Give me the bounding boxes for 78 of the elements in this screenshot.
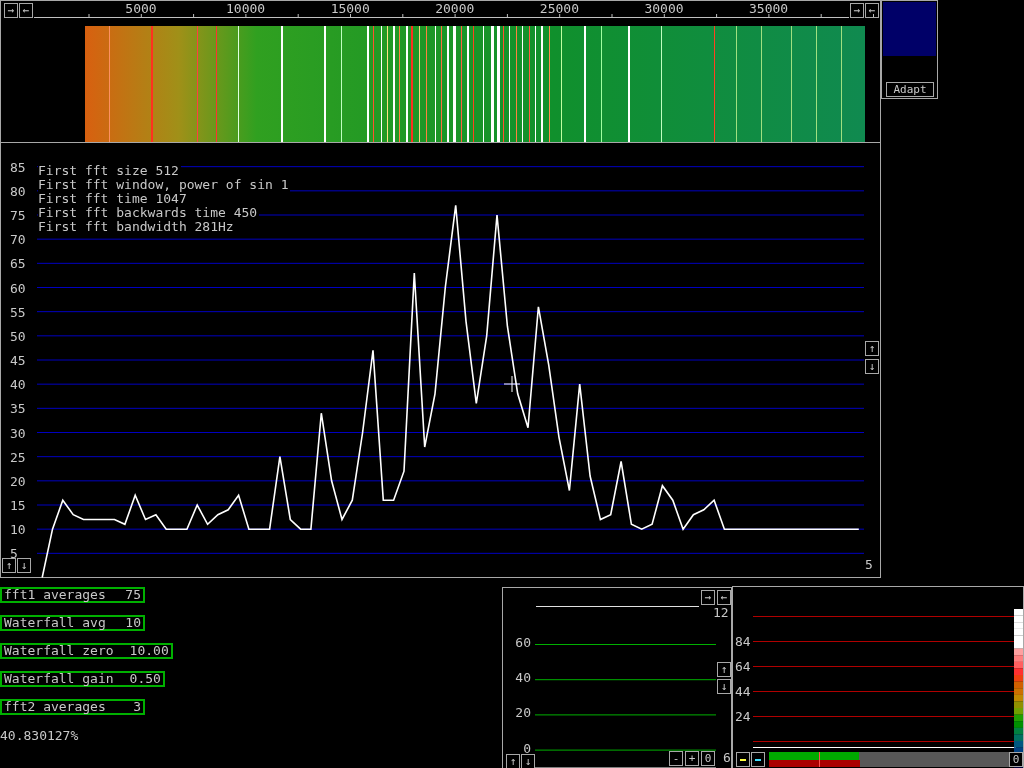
axis-label: 50 (10, 328, 26, 344)
axis-label: 80 (10, 183, 26, 199)
scroll-button[interactable]: → (4, 3, 18, 18)
parameter-label: Waterfall avg (4, 617, 106, 629)
parameter-value: 10.00 (129, 645, 169, 657)
gain-display (883, 2, 936, 56)
crosshair-icon (503, 375, 521, 393)
scroll-button[interactable]: ← (19, 3, 33, 18)
info-text: First fft bandwidth 281Hz (38, 220, 236, 234)
info-text: First fft window, power of sin 1 (38, 178, 291, 192)
frequency-label: 25000 (539, 1, 579, 16)
scroll-button[interactable]: → (701, 590, 715, 605)
axis-label: 84 (735, 634, 751, 649)
trace-color-button[interactable] (751, 752, 765, 767)
axis-label: 24 (735, 709, 751, 724)
scroll-button[interactable]: ↓ (521, 754, 535, 768)
axis-label: 0 (523, 740, 531, 756)
parameter-box[interactable]: Waterfall avg 10 (0, 615, 145, 631)
scale-readout: 12 (713, 606, 729, 620)
parameter-label: Waterfall zero (4, 645, 114, 657)
frequency-label: 10000 (226, 1, 266, 16)
scroll-button[interactable]: ← (717, 590, 731, 605)
scroll-button[interactable]: ↓ (865, 359, 879, 374)
reset-button[interactable]: 0 (1009, 752, 1023, 767)
parameter-value: 10 (125, 617, 141, 629)
zoom-button[interactable]: + (685, 751, 699, 766)
info-text: First fft time 1047 (38, 192, 189, 206)
percentage-readout: 40.830127% (0, 729, 79, 743)
zoom-button[interactable]: 0 (701, 751, 715, 766)
frequency-label: 30000 (644, 1, 684, 16)
axis-label: 40 (515, 670, 531, 686)
info-text: First fft size 512 (38, 164, 181, 178)
axis-label: 20 (10, 473, 26, 489)
parameter-value: 3 (133, 701, 141, 713)
zoom-button[interactable]: - (669, 751, 683, 766)
frequency-label: 5000 (125, 1, 157, 16)
parameter-value: 75 (125, 589, 141, 601)
axis-label: 64 (735, 659, 751, 674)
axis-label: 70 (10, 232, 26, 248)
axis-label: 60 (515, 635, 531, 650)
scale-readout: 6 (723, 751, 731, 765)
axis-label: 65 (10, 256, 26, 272)
scroll-button[interactable]: ↑ (717, 662, 731, 677)
info-text: First fft backwards time 450 (38, 206, 260, 220)
axis-label: 75 (10, 208, 26, 223)
parameter-box[interactable]: fft1 averages 75 (0, 587, 145, 603)
scroll-button[interactable]: ↓ (17, 558, 31, 573)
scroll-button[interactable]: ← (865, 3, 879, 18)
axis-label: 20 (515, 705, 531, 721)
axis-label: 60 (10, 280, 26, 296)
parameter-label: fft1 averages (4, 589, 106, 601)
axis-label: 10 (10, 522, 26, 538)
axis-label: 45 (10, 353, 26, 368)
frequency-label: 35000 (749, 1, 789, 16)
axis-label: 35 (10, 401, 26, 417)
scroll-button[interactable]: ↓ (717, 679, 731, 694)
zoom-readout: 5 (865, 558, 873, 572)
axis-label: 44 (735, 684, 751, 699)
axis-label: 15 (10, 498, 26, 513)
axis-label: 55 (10, 304, 26, 320)
parameter-label: fft2 averages (4, 701, 106, 713)
adapt-button[interactable]: Adapt (886, 82, 934, 97)
axis-label: 85 (10, 159, 26, 175)
parameter-label: Waterfall gain (4, 673, 114, 685)
parameter-box[interactable]: fft2 averages 3 (0, 699, 145, 715)
scroll-button[interactable]: → (850, 3, 864, 18)
axis-label: 25 (10, 449, 26, 465)
scroll-button[interactable]: ↑ (865, 341, 879, 356)
frequency-label: 15000 (330, 1, 370, 16)
scroll-button[interactable]: ↑ (2, 558, 16, 573)
axis-label: 40 (10, 377, 26, 393)
scroll-button[interactable]: ↑ (506, 754, 520, 768)
parameter-box[interactable]: Waterfall gain 0.50 (0, 671, 165, 687)
parameter-box[interactable]: Waterfall zero 10.00 (0, 643, 173, 659)
axis-label: 30 (10, 425, 26, 441)
trace-color-button[interactable] (736, 752, 750, 767)
parameter-value: 0.50 (129, 673, 161, 685)
frequency-label: 20000 (435, 1, 475, 16)
